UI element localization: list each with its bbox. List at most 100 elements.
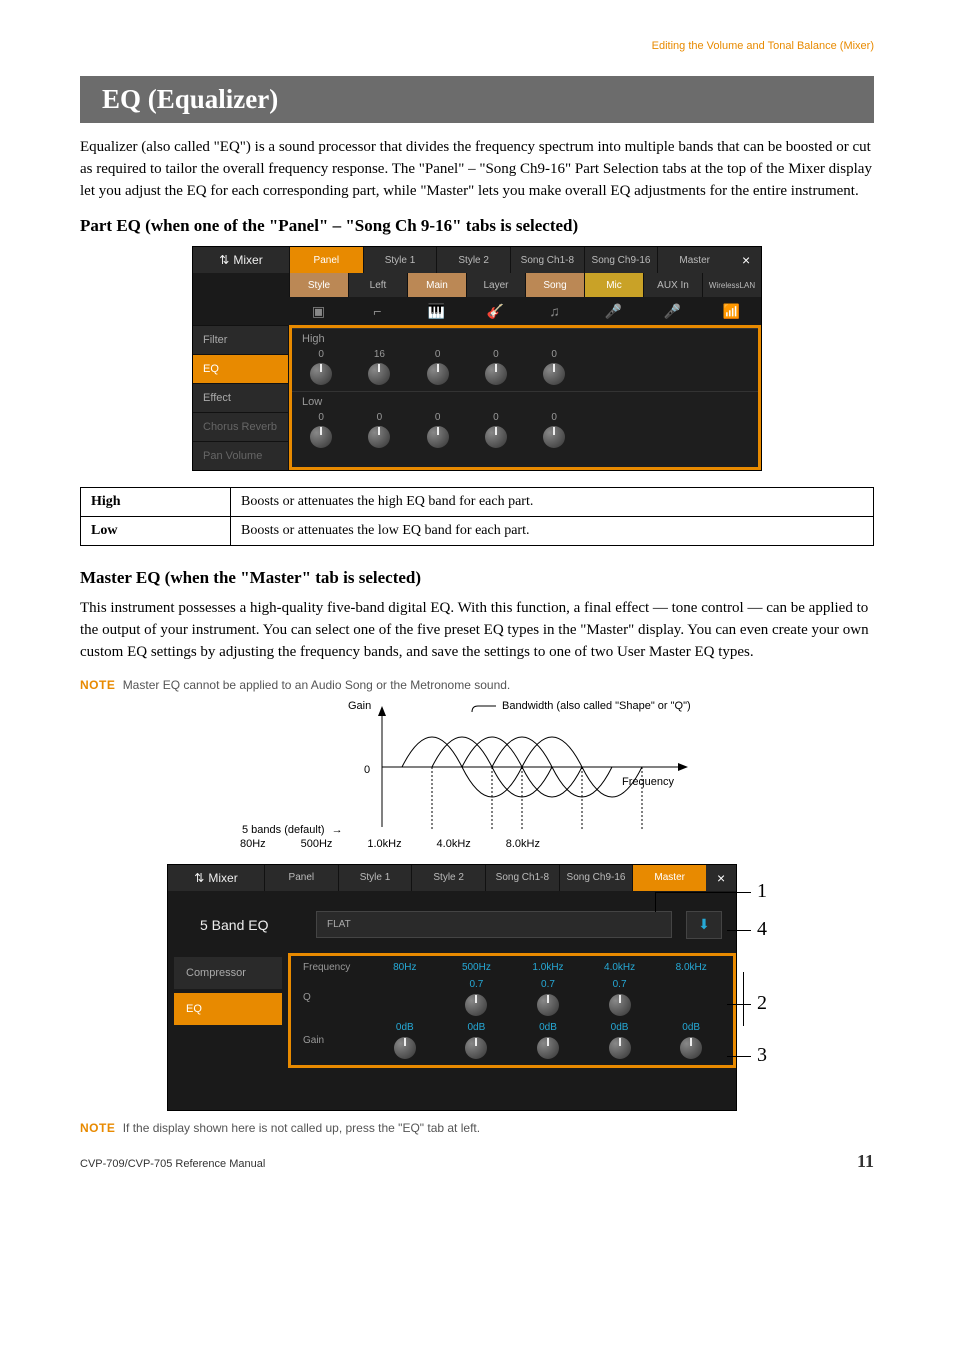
high-knob[interactable] bbox=[543, 363, 565, 385]
callout-4: 4 bbox=[757, 918, 767, 941]
close-icon[interactable]: × bbox=[706, 865, 736, 891]
part-left[interactable]: Left bbox=[348, 273, 407, 297]
tab-style2[interactable]: Style 2 bbox=[411, 865, 485, 891]
tab-songch1-8[interactable]: Song Ch1-8 bbox=[485, 865, 559, 891]
high-knob[interactable] bbox=[368, 363, 390, 385]
callout-1: 1 bbox=[757, 880, 767, 903]
band-label: 80Hz bbox=[240, 838, 266, 850]
high-val: 0 bbox=[318, 349, 324, 360]
part-icon: 🎤 bbox=[584, 297, 643, 325]
low-knob[interactable] bbox=[543, 426, 565, 448]
tab-style1[interactable]: Style 1 bbox=[338, 865, 412, 891]
tab-panel[interactable]: Panel bbox=[264, 865, 338, 891]
sidebar-pan-volume[interactable]: Pan Volume bbox=[193, 441, 289, 470]
bandwidth-label: Bandwidth (also called "Shape" or "Q") bbox=[502, 700, 691, 712]
tab-panel[interactable]: Panel bbox=[289, 247, 363, 273]
curve-svg bbox=[242, 702, 712, 832]
tab-songch1-8[interactable]: Song Ch1-8 bbox=[510, 247, 584, 273]
note-display: NOTE If the display shown here is not ca… bbox=[80, 1121, 874, 1135]
defaults-text: 5 bands (default) bbox=[242, 824, 325, 836]
low-val: 0 bbox=[377, 412, 383, 423]
tab-master[interactable]: Master bbox=[657, 247, 731, 273]
gain-knob[interactable] bbox=[465, 1037, 487, 1059]
callout-line bbox=[655, 892, 751, 893]
param-name: High bbox=[81, 488, 231, 517]
defaults-label: 5 bands (default) → bbox=[242, 824, 347, 836]
gain-knob[interactable] bbox=[680, 1037, 702, 1059]
gain-knob[interactable] bbox=[609, 1037, 631, 1059]
save-button[interactable]: ⬇ bbox=[686, 911, 722, 939]
tab-style2[interactable]: Style 2 bbox=[436, 247, 510, 273]
high-knob[interactable] bbox=[427, 363, 449, 385]
tab-style1[interactable]: Style 1 bbox=[363, 247, 437, 273]
mixer-icon: ⇅ bbox=[219, 253, 229, 267]
sidebar-eq[interactable]: EQ bbox=[174, 993, 282, 1025]
sidebar-effect[interactable]: Effect bbox=[193, 383, 289, 412]
low-val: 0 bbox=[318, 412, 324, 423]
q-knob[interactable] bbox=[465, 994, 487, 1016]
high-val: 0 bbox=[551, 349, 557, 360]
mixer-icon: ⇅ bbox=[194, 871, 204, 885]
sidebar-chorus-reverb[interactable]: Chorus Reverb bbox=[193, 412, 289, 441]
gain-val: 0dB bbox=[655, 1022, 727, 1059]
gain-val: 0dB bbox=[369, 1022, 441, 1059]
callout-line bbox=[727, 1004, 751, 1005]
part-auxin[interactable]: AUX In bbox=[643, 273, 702, 297]
part-main[interactable]: Main bbox=[407, 273, 466, 297]
q-val: 0.7 bbox=[441, 979, 513, 1016]
low-knob[interactable] bbox=[368, 426, 390, 448]
freq-val[interactable]: 4.0kHz bbox=[584, 962, 656, 973]
q-knob[interactable] bbox=[609, 994, 631, 1016]
freq-val[interactable]: 500Hz bbox=[441, 962, 513, 973]
note-label: NOTE bbox=[80, 678, 115, 692]
band-label: 8.0kHz bbox=[506, 838, 540, 850]
freq-val[interactable]: 8.0kHz bbox=[655, 962, 727, 973]
curve-bands: 80Hz 500Hz 1.0kHz 4.0kHz 8.0kHz bbox=[240, 838, 540, 850]
part-song[interactable]: Song bbox=[525, 273, 584, 297]
part-layer[interactable]: Layer bbox=[466, 273, 525, 297]
high-knob[interactable] bbox=[485, 363, 507, 385]
callout-2: 2 bbox=[757, 992, 767, 1015]
part-style[interactable]: Style bbox=[289, 273, 348, 297]
mixer-title-text: Mixer bbox=[208, 871, 237, 885]
mixer-title-text: Mixer bbox=[233, 253, 262, 267]
tab-songch9-16[interactable]: Song Ch9-16 bbox=[584, 247, 658, 273]
freq-val[interactable]: 1.0kHz bbox=[512, 962, 584, 973]
band-label: 1.0kHz bbox=[367, 838, 401, 850]
q-knob[interactable] bbox=[537, 994, 559, 1016]
sidebar-filter[interactable]: Filter bbox=[193, 325, 289, 354]
tab-master[interactable]: Master bbox=[632, 865, 706, 891]
parteq-heading: Part EQ (when one of the "Panel" – "Song… bbox=[80, 216, 874, 236]
tab-songch9-16[interactable]: Song Ch9-16 bbox=[559, 865, 633, 891]
table-row: High Boosts or attenuates the high EQ ba… bbox=[81, 488, 874, 517]
page-number: 11 bbox=[857, 1151, 874, 1172]
band-label: 500Hz bbox=[301, 838, 333, 850]
gain-knob[interactable] bbox=[537, 1037, 559, 1059]
close-icon[interactable]: × bbox=[731, 247, 761, 273]
band-label: 4.0kHz bbox=[437, 838, 471, 850]
mastereq-screenshot: ⇅ Mixer Panel Style 1 Style 2 Song Ch1-8… bbox=[167, 864, 737, 1111]
freq-val[interactable]: 80Hz bbox=[369, 962, 441, 973]
high-knob[interactable] bbox=[310, 363, 332, 385]
low-val: 0 bbox=[551, 412, 557, 423]
sidebar-compressor[interactable]: Compressor bbox=[174, 957, 282, 989]
part-wireless[interactable]: WirelessLAN bbox=[702, 273, 761, 297]
high-val: 16 bbox=[374, 349, 385, 360]
low-knob[interactable] bbox=[427, 426, 449, 448]
part-icon: ⌐ bbox=[348, 297, 407, 325]
preset-select[interactable]: FLAT bbox=[316, 911, 672, 938]
low-knob[interactable] bbox=[485, 426, 507, 448]
table-row: Low Boosts or attenuates the low EQ band… bbox=[81, 517, 874, 546]
gain-knob[interactable] bbox=[394, 1037, 416, 1059]
wifi-icon: 📶 bbox=[702, 297, 761, 325]
mastereq-body: This instrument possesses a high-quality… bbox=[80, 598, 874, 663]
breadcrumb: Editing the Volume and Tonal Balance (Mi… bbox=[80, 40, 874, 52]
param-table: High Boosts or attenuates the high EQ ba… bbox=[80, 487, 874, 546]
frequency-label: Frequency bbox=[622, 776, 674, 788]
sidebar-eq[interactable]: EQ bbox=[193, 354, 289, 383]
note-label: NOTE bbox=[80, 1121, 115, 1135]
low-knob[interactable] bbox=[310, 426, 332, 448]
param-desc: Boosts or attenuates the high EQ band fo… bbox=[231, 488, 874, 517]
low-val: 0 bbox=[493, 412, 499, 423]
part-mic[interactable]: Mic bbox=[584, 273, 643, 297]
